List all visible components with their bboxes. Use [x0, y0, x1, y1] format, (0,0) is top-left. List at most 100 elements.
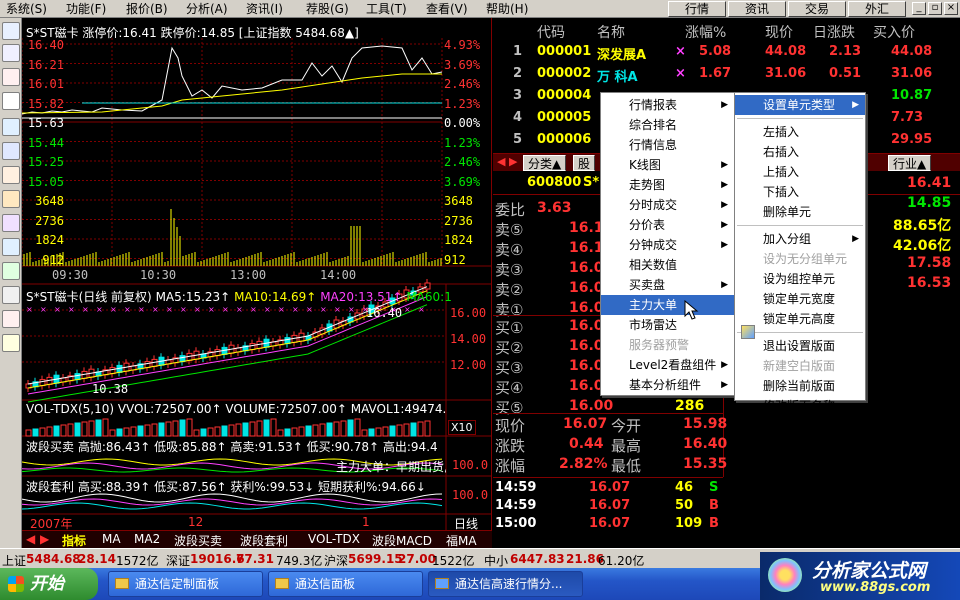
menu-item[interactable]: Level2看盘组件 ▶	[601, 355, 734, 375]
search-icon[interactable]	[2, 262, 20, 280]
menu-item[interactable]: 买卖盘 ▶	[601, 275, 734, 295]
menu-item[interactable]: 锁定单元宽度	[735, 289, 865, 309]
menu-view[interactable]: 查看(V)	[426, 1, 468, 17]
tab-trade[interactable]: 交易	[788, 1, 846, 17]
panel-right-value: 17.58	[907, 255, 952, 271]
menu-item[interactable]: 行情报表 ▶	[601, 95, 734, 115]
tab-bd-arbitrage[interactable]: 波段套利	[240, 532, 288, 549]
table-row[interactable]: 1 000001 深发展A × 5.08 44.08 2.13 44.08	[493, 42, 960, 64]
menu-item[interactable]: 分时成交 ▶	[601, 195, 734, 215]
menu-item[interactable]: 市场雷达	[601, 315, 734, 335]
menu-function[interactable]: 功能(F)	[66, 1, 106, 17]
svg-text:×: ×	[278, 305, 285, 314]
menu-item-label: 主力大单	[629, 298, 678, 312]
menu-item[interactable]: 上插入	[735, 162, 865, 182]
tick-price: 16.07	[589, 516, 631, 531]
menu-item[interactable]: 主力大单	[601, 295, 734, 315]
tab-quote[interactable]: 行情	[668, 1, 726, 17]
menu-quote[interactable]: 报价(B)	[126, 1, 168, 17]
menu-item[interactable]: 退出设置版面	[735, 336, 865, 356]
row-bid: 44.08	[891, 44, 933, 59]
menu-item[interactable]: K线图 ▶	[601, 155, 734, 175]
prev-arrow-icon[interactable]: ◀	[497, 155, 505, 168]
menu-item[interactable]: 基本分析组件 ▶	[601, 375, 734, 395]
task-tdx-quote[interactable]: 通达信高速行情分...	[428, 571, 583, 597]
task-panel[interactable]: 通达信面板	[268, 571, 423, 597]
kline-icon[interactable]	[2, 92, 20, 110]
ranking-icon[interactable]	[2, 142, 20, 160]
pct-label: 1.23%	[444, 96, 481, 111]
list-icon[interactable]	[2, 22, 20, 40]
col-bid[interactable]: 买入价	[873, 22, 915, 42]
data-icon[interactable]	[2, 286, 20, 304]
menu-analysis[interactable]: 分析(A)	[186, 1, 228, 17]
col-price[interactable]: 现价	[765, 22, 793, 42]
tab-industry[interactable]: 行业▲	[888, 155, 932, 171]
menu-item[interactable]: 综合排名	[601, 115, 734, 135]
menu-info[interactable]: 资讯(I)	[246, 1, 283, 17]
menu-item: 服务器预警	[601, 335, 734, 355]
menu-separator	[737, 118, 863, 119]
mail-icon[interactable]	[2, 190, 20, 208]
menu-item[interactable]: 右插入	[735, 142, 865, 162]
tab-forex[interactable]: 外汇	[848, 1, 906, 17]
table-icon[interactable]	[2, 44, 20, 62]
tab-category[interactable]: 分类▲	[523, 155, 567, 171]
menu-item[interactable]: 分价表 ▶	[601, 215, 734, 235]
menu-item-label: K线图	[629, 158, 661, 172]
menu-stock-pick[interactable]: 荐股(G)	[306, 1, 349, 17]
minimize-icon[interactable]: _	[912, 2, 926, 15]
col-pct[interactable]: 涨幅%	[685, 22, 726, 42]
menu-item[interactable]: 设为组控单元	[735, 269, 865, 289]
tab-bd-macd[interactable]: 波段MACD	[372, 532, 432, 549]
logo-text: 分析家公式网	[812, 560, 927, 582]
menu-item[interactable]: 分钟成交 ▶	[601, 235, 734, 255]
menu-item[interactable]: 行情信息	[601, 135, 734, 155]
menu-item[interactable]: 左插入	[735, 122, 865, 142]
tab-stock[interactable]: 股	[573, 155, 596, 171]
formula-icon[interactable]	[2, 238, 20, 256]
tab-indicator[interactable]: 指标	[62, 532, 86, 549]
menu-system[interactable]: 系统(S)	[6, 1, 47, 17]
tools-icon[interactable]	[2, 334, 20, 352]
info-icon[interactable]	[2, 166, 20, 184]
menu-item[interactable]: 删除单元	[735, 202, 865, 222]
tab-info[interactable]: 资讯	[728, 1, 786, 17]
link-icon[interactable]	[2, 310, 20, 328]
report-icon[interactable]	[2, 118, 20, 136]
tick-side: B	[709, 498, 719, 513]
row-pct: 1.67	[699, 66, 732, 81]
menu-tools[interactable]: 工具(T)	[366, 1, 407, 17]
col-change[interactable]: 日涨跌	[813, 22, 855, 42]
menu-item[interactable]: 下插入	[735, 182, 865, 202]
panel-right-value: 42.06亿	[893, 238, 952, 254]
menu-item[interactable]: 设置单元类型 ▶	[735, 95, 865, 115]
menu-item[interactable]: 删除当前版面	[735, 376, 865, 396]
col-code[interactable]: 代码	[537, 22, 565, 42]
indicator-arrow-icon[interactable]: ◀	[26, 532, 35, 546]
svg-text:×: ×	[194, 305, 201, 314]
close-icon[interactable]: ×	[944, 2, 958, 15]
menu-item[interactable]: 相关数值	[601, 255, 734, 275]
table-row[interactable]: 2 000002 万 科A × 1.67 31.06 0.51 31.06	[493, 64, 960, 86]
next-arrow-icon[interactable]: ▶	[509, 155, 517, 168]
menu-item[interactable]: 走势图 ▶	[601, 175, 734, 195]
chart-area[interactable]: × × × × × × × × × × × × × × × × × × × × × × × × × × × × × S*ST磁卡 涨停价…	[22, 18, 492, 548]
restore-icon[interactable]: ▫	[928, 2, 942, 15]
buy-level-price: 16.0	[569, 338, 604, 354]
col-name[interactable]: 名称	[597, 22, 625, 42]
tab-vol-tdx[interactable]: VOL-TDX	[308, 532, 360, 546]
menu-item[interactable]: 修改版面名称	[735, 396, 865, 416]
tab-ma2[interactable]: MA2	[134, 532, 160, 546]
menu-item: 设为无分组单元	[735, 249, 865, 269]
task-custom-panel[interactable]: 通达信定制面板	[108, 571, 263, 597]
indicator-arrow-icon[interactable]: ▶	[40, 532, 49, 546]
tab-fu-ma[interactable]: 福MA	[446, 532, 477, 549]
line-chart-icon[interactable]	[2, 68, 20, 86]
tab-ma[interactable]: MA	[102, 532, 121, 546]
menu-help[interactable]: 帮助(H)	[486, 1, 528, 17]
users-icon[interactable]	[2, 214, 20, 232]
menu-item[interactable]: 加入分组 ▶	[735, 229, 865, 249]
tab-bd-buysell[interactable]: 波段买卖	[174, 532, 222, 549]
start-button[interactable]: 开始	[0, 568, 98, 600]
